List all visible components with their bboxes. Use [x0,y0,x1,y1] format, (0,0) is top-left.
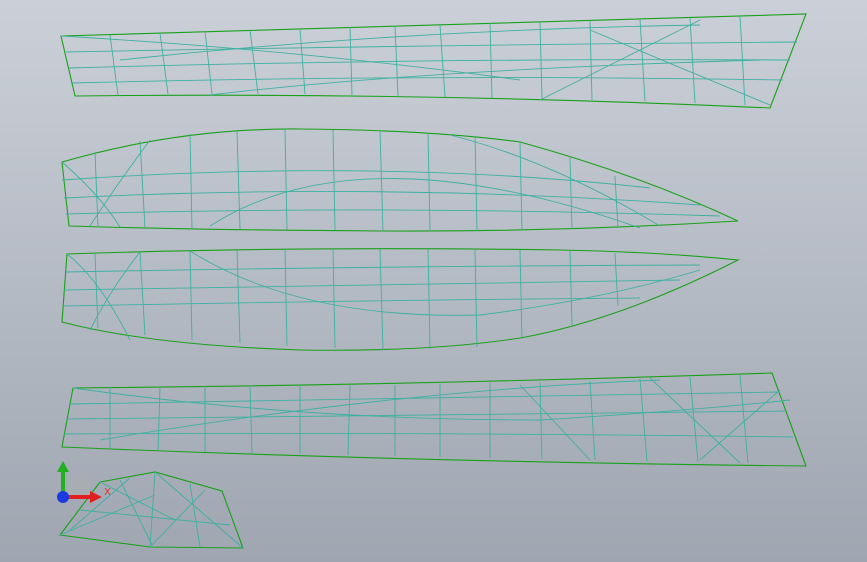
model-canvas[interactable]: X [0,0,867,562]
viewport-background [0,0,867,562]
graphics-viewport[interactable]: X [0,0,867,562]
triad-x-label: X [104,487,111,498]
triad-z-axis [57,491,69,503]
